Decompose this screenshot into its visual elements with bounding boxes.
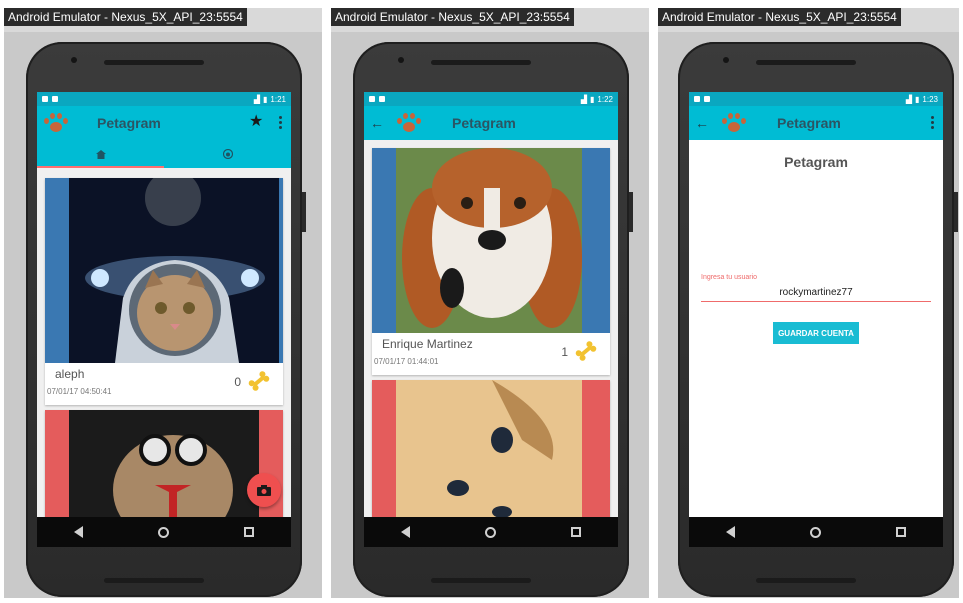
app-title: Petagram	[777, 115, 841, 131]
back-arrow-icon[interactable]: ←	[695, 115, 711, 131]
app-title: Petagram	[97, 115, 161, 131]
power-button[interactable]	[954, 192, 958, 232]
battery-icon: ▮	[915, 94, 920, 104]
notification-icon	[52, 96, 58, 102]
app-bar: ← Petagram	[364, 106, 618, 140]
signal-icon: ▟	[253, 94, 261, 104]
battery-icon: ▮	[590, 94, 595, 104]
home-icon	[95, 149, 106, 159]
back-arrow-icon[interactable]: ←	[370, 115, 386, 131]
system-nav-bar	[364, 517, 618, 547]
phone-screen: ▟ ▮ 1:21 Petagram ★ aleph 07/01/17 04:50…	[37, 92, 291, 547]
nav-back-icon[interactable]	[74, 526, 84, 538]
pet-photo	[372, 148, 610, 333]
star-badge-icon[interactable]: ★	[249, 114, 265, 130]
signal-icon: ▟	[580, 94, 588, 104]
paw-icon	[396, 112, 422, 134]
nav-recent-icon[interactable]	[895, 527, 906, 537]
notification-icon	[704, 96, 710, 102]
nav-home-icon[interactable]	[484, 526, 496, 538]
phone-frame: ▟ ▮ 1:22 ← Petagram Enrique Martinez 07/…	[353, 42, 633, 597]
system-nav-bar	[689, 517, 943, 547]
clock: 1:23	[922, 94, 938, 104]
like-count: 0	[234, 375, 241, 389]
card-meta: Enrique Martinez 07/01/17 01:44:01 1	[372, 333, 610, 375]
clock: 1:22	[597, 94, 613, 104]
pet-card[interactable]: Enrique Martinez 07/01/17 01:44:01 1	[372, 148, 610, 375]
speaker-grille	[756, 60, 856, 65]
notification-icon	[694, 96, 700, 102]
pet-photo	[372, 380, 610, 520]
app-bar: ← Petagram	[689, 106, 943, 140]
notification-icon	[369, 96, 375, 102]
emulator-window-3: Android Emulator - Nexus_5X_API_23:5554 …	[658, 8, 959, 598]
nav-back-icon[interactable]	[401, 526, 411, 538]
paw-icon	[721, 112, 747, 134]
pet-date: 07/01/17 01:44:01	[374, 357, 439, 366]
signal-icon: ▟	[905, 94, 913, 104]
card-meta: aleph 07/01/17 04:50:41 0	[45, 363, 283, 405]
status-bar: ▟ ▮ 1:22	[364, 92, 618, 106]
camera-fab-button[interactable]	[247, 473, 281, 507]
paw-icon	[43, 112, 69, 134]
power-button[interactable]	[302, 192, 306, 232]
username-label: Ingresa tu usuario	[701, 274, 758, 281]
window-title: Android Emulator - Nexus_5X_API_23:5554	[4, 8, 247, 26]
pet-photo	[45, 410, 283, 520]
speaker-grille	[104, 60, 204, 65]
notification-icon	[42, 96, 48, 102]
app-title: Petagram	[452, 115, 516, 131]
more-vert-icon[interactable]	[279, 116, 283, 129]
speaker-grille	[431, 60, 531, 65]
window-title: Android Emulator - Nexus_5X_API_23:5554	[658, 8, 901, 26]
nav-home-icon[interactable]	[157, 526, 169, 538]
notification-icon	[379, 96, 385, 102]
system-nav-bar	[37, 517, 291, 547]
phone-frame: ▟ ▮ 1:23 ← Petagram Petagram Ingresa tu …	[678, 42, 958, 597]
tab-bar	[37, 140, 291, 168]
pet-card[interactable]	[45, 410, 283, 520]
power-button[interactable]	[629, 192, 633, 232]
speaker-grille	[104, 578, 204, 583]
bone-icon[interactable]	[574, 341, 598, 361]
status-bar: ▟ ▮ 1:21	[37, 92, 291, 106]
camera-icon	[723, 57, 729, 63]
window-title: Android Emulator - Nexus_5X_API_23:5554	[331, 8, 574, 26]
tab-indicator	[37, 166, 164, 168]
pet-date: 07/01/17 04:50:41	[47, 387, 112, 396]
form-title: Petagram	[784, 154, 848, 170]
like-count: 1	[561, 345, 568, 359]
speaker-grille	[756, 578, 856, 583]
nav-recent-icon[interactable]	[243, 527, 254, 537]
app-bar: Petagram ★	[37, 106, 291, 140]
phone-screen: ▟ ▮ 1:23 ← Petagram Petagram Ingresa tu …	[689, 92, 943, 547]
camera-icon	[71, 57, 77, 63]
nav-back-icon[interactable]	[726, 526, 736, 538]
camera-icon	[257, 484, 271, 496]
clock: 1:21	[270, 94, 286, 104]
pet-card[interactable]: aleph 07/01/17 04:50:41 0	[45, 178, 283, 405]
save-account-button[interactable]: GUARDAR CUENTA	[773, 322, 859, 344]
pet-photo	[45, 178, 283, 363]
speaker-grille	[431, 578, 531, 583]
nav-home-icon[interactable]	[809, 526, 821, 538]
username-input[interactable]	[701, 284, 931, 302]
nav-recent-icon[interactable]	[570, 527, 581, 537]
emulator-window-2: Android Emulator - Nexus_5X_API_23:5554 …	[331, 8, 649, 598]
pet-name: aleph	[55, 367, 85, 381]
dog-face-icon	[222, 149, 233, 159]
phone-screen: ▟ ▮ 1:22 ← Petagram Enrique Martinez 07/…	[364, 92, 618, 547]
pet-card[interactable]	[372, 380, 610, 520]
status-bar: ▟ ▮ 1:23	[689, 92, 943, 106]
screenshot-canvas: Android Emulator - Nexus_5X_API_23:5554 …	[0, 0, 963, 603]
camera-icon	[398, 57, 404, 63]
tab-home[interactable]	[37, 140, 164, 168]
battery-icon: ▮	[263, 94, 268, 104]
tab-profile[interactable]	[164, 140, 291, 168]
more-vert-icon[interactable]	[931, 116, 935, 129]
emulator-window-1: Android Emulator - Nexus_5X_API_23:5554 …	[4, 8, 322, 598]
phone-frame: ▟ ▮ 1:21 Petagram ★ aleph 07/01/17 04:50…	[26, 42, 306, 597]
bone-icon[interactable]	[247, 371, 271, 391]
pet-name: Enrique Martinez	[382, 337, 473, 351]
